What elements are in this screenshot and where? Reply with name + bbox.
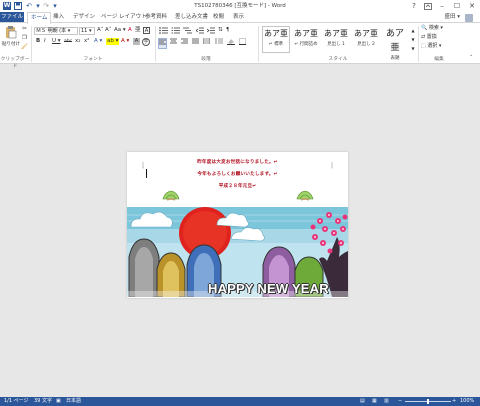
language-indicator[interactable]: 日本語	[66, 397, 81, 406]
format-painter-icon[interactable]: 🖌	[21, 44, 28, 51]
character-border-button[interactable]: A	[143, 27, 150, 34]
style-title[interactable]: あア亜 表題	[381, 26, 409, 61]
zoom-slider-thumb[interactable]	[427, 399, 429, 404]
change-case-button[interactable]: Aa ▾	[114, 27, 126, 34]
increase-indent-icon[interactable]	[206, 27, 215, 37]
help-button[interactable]: ?	[407, 1, 421, 11]
align-right-icon[interactable]	[180, 38, 189, 47]
phonetic-guide-button[interactable]: 亜	[135, 27, 141, 34]
style-normal[interactable]: あア亜 ↵ 標準	[262, 26, 290, 53]
bold-button[interactable]: B	[36, 38, 40, 45]
grow-font-button[interactable]: A˄	[97, 27, 104, 34]
select-button[interactable]: ⬚ 選択 ▾	[421, 43, 441, 50]
enclose-characters-button[interactable]: 字	[142, 38, 150, 46]
group-label-styles: スタイル	[328, 57, 348, 62]
highlight-button[interactable]: ab ▾	[106, 38, 120, 45]
multilevel-list-icon[interactable]	[182, 27, 192, 37]
text-effects-button[interactable]: A ▾	[94, 38, 102, 45]
justify-icon[interactable]	[191, 38, 200, 47]
strikethrough-button[interactable]: abc	[64, 38, 72, 45]
decrease-indent-icon[interactable]	[194, 27, 204, 37]
pine-ornament-right	[296, 190, 314, 201]
font-name-select[interactable]: ＭＳ 明朝 (本 ▾	[34, 27, 78, 35]
minimize-button[interactable]: –	[435, 1, 449, 11]
borders-icon[interactable]	[238, 38, 247, 48]
ribbon-display-options-icon[interactable]	[421, 1, 435, 11]
show-formatting-marks-button[interactable]: ¶	[226, 27, 230, 34]
status-bar: 1/1 ページ 39 文字 ▣ 日本語 ▤ ▦ ▥ − + 100%	[0, 397, 480, 406]
zoom-level[interactable]: 100%	[460, 397, 474, 406]
sort-button[interactable]: ⇅	[218, 27, 223, 34]
greeting-line-1[interactable]: 昨年度は大変お世話になりました。↵	[127, 159, 348, 165]
select-icon: ⬚	[421, 43, 426, 49]
ribbon-home: 貼り付け ✂ ❐ 🖌 クリップボード ＭＳ 明朝 (本 ▾ 11 ▾ A˄ A˅…	[0, 22, 480, 69]
maximize-button[interactable]: ☐	[450, 1, 464, 11]
zoom-in-button[interactable]: +	[452, 397, 456, 406]
document-page[interactable]: 昨年度は大変お世話になりました。↵ 今年もよろしくお願いいたします。↵ 平成２８…	[127, 152, 348, 298]
styles-more-icon[interactable]: ▼	[410, 45, 416, 52]
numbering-icon[interactable]	[170, 27, 180, 37]
style-no-spacing[interactable]: あア亜 ↵ 行間詰め	[292, 26, 320, 53]
font-size-select[interactable]: 11 ▾	[79, 27, 95, 35]
group-label-clipboard: クリップボード	[0, 57, 30, 69]
subscript-button[interactable]: x₂	[75, 38, 80, 45]
pine-ornament-left	[162, 190, 180, 201]
paste-button[interactable]: 貼り付け	[2, 25, 20, 47]
tab-home[interactable]: ホーム	[27, 12, 52, 24]
happy-new-year-text: HAPPY NEW YEAR	[208, 281, 329, 296]
clear-formatting-button[interactable]: A	[128, 27, 132, 34]
font-color-button[interactable]: A ▾	[121, 38, 129, 45]
read-mode-icon[interactable]: ▤	[360, 397, 365, 406]
underline-button[interactable]: U ▾	[52, 38, 61, 45]
align-left-icon[interactable]	[158, 38, 167, 49]
search-icon: 🔍	[421, 25, 428, 31]
superscript-button[interactable]: x²	[84, 38, 89, 45]
text-cursor	[146, 169, 147, 178]
italic-button[interactable]: I	[44, 38, 46, 45]
copy-icon[interactable]: ❐	[21, 35, 28, 42]
distribute-icon[interactable]	[202, 38, 211, 47]
replace-icon: ⇄	[421, 34, 426, 40]
print-layout-icon[interactable]: ▦	[372, 397, 377, 406]
web-layout-icon[interactable]: ▥	[384, 397, 389, 406]
close-button[interactable]: ✕	[465, 1, 479, 11]
find-button[interactable]: 🔍 検索 ▾	[421, 25, 443, 32]
zoom-out-button[interactable]: −	[398, 397, 402, 406]
word-count[interactable]: 39 文字	[34, 397, 52, 406]
replace-button[interactable]: ⇄ 置換	[421, 34, 437, 41]
collapse-ribbon-icon[interactable]: ˄	[470, 55, 473, 62]
new-year-card-image[interactable]: HAPPY NEW YEAR	[127, 207, 348, 297]
greeting-date[interactable]: 平成２８年元旦↵	[127, 183, 348, 189]
cut-icon[interactable]: ✂	[21, 26, 28, 33]
group-label-font: フォント	[83, 57, 103, 62]
styles-scroll-down-icon[interactable]: ▼	[410, 36, 416, 43]
style-heading-2[interactable]: あア亜 見出し 2	[352, 26, 380, 53]
shading-icon[interactable]	[226, 38, 235, 48]
shrink-font-button[interactable]: A˅	[105, 27, 112, 34]
group-label-paragraph: 段落	[201, 57, 211, 62]
page-count[interactable]: 1/1 ページ	[4, 397, 29, 406]
title-bar: W ↶ ▾ ↷ ▾ TS102780346 [互換モード] - Word ? –…	[0, 0, 480, 12]
greeting-line-2[interactable]: 今年もよろしくお願いいたします。↵	[127, 171, 348, 177]
group-label-editing: 編集	[434, 57, 444, 62]
group-divider	[258, 26, 259, 62]
line-spacing-icon[interactable]	[214, 38, 223, 47]
avatar[interactable]	[465, 14, 473, 22]
bullets-icon[interactable]	[158, 27, 168, 37]
proofing-icon[interactable]: ▣	[56, 397, 61, 406]
align-center-icon[interactable]	[169, 38, 178, 47]
paste-icon	[6, 26, 17, 39]
styles-scroll-up-icon[interactable]: ▲	[410, 27, 416, 34]
style-heading-1[interactable]: あア亜 見出し 1	[322, 26, 350, 53]
character-shading-button[interactable]: A	[133, 38, 140, 45]
